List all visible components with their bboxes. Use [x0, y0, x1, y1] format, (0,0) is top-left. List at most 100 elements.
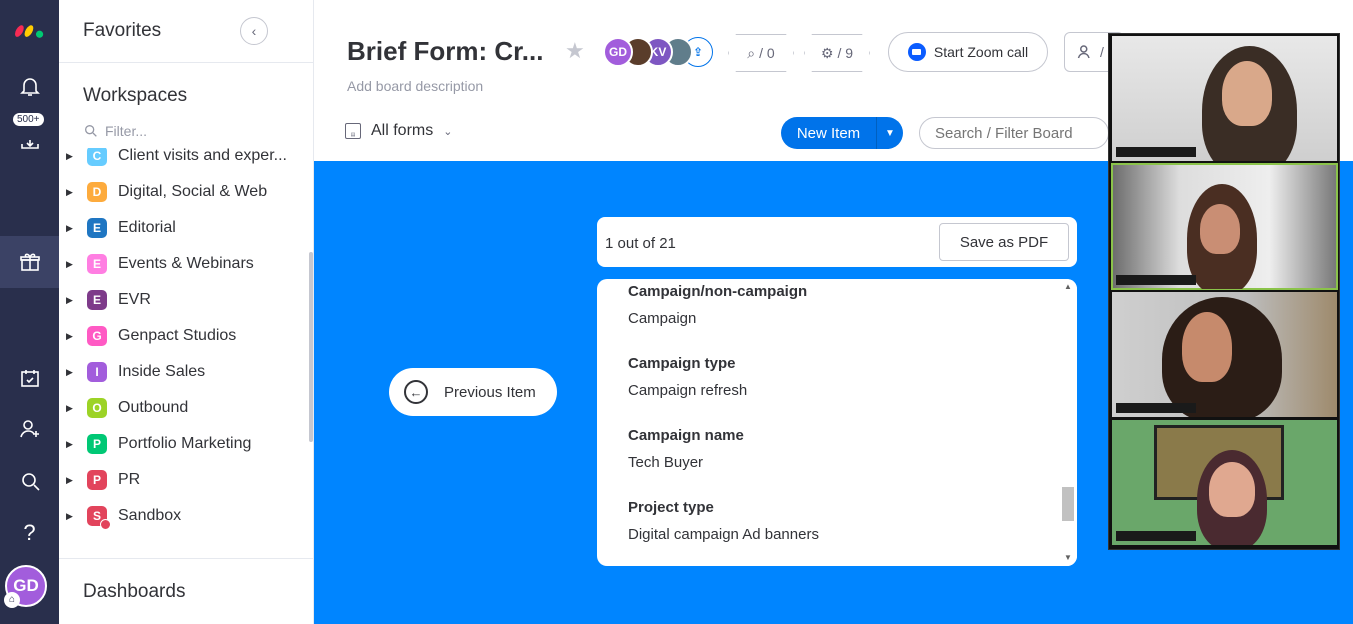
zoom-icon: [907, 43, 926, 61]
workspace-icon: S: [87, 506, 111, 530]
previous-item-label: Previous Item: [444, 383, 536, 401]
caret-right-icon[interactable]: ▶: [59, 403, 83, 414]
gift-icon[interactable]: [0, 236, 59, 288]
workspace-icon: O: [87, 398, 107, 418]
participant-name-redacted: [1116, 531, 1196, 541]
video-call-panel: [1108, 33, 1340, 550]
previous-item-button[interactable]: ← Previous Item: [389, 368, 557, 416]
workspace-label: Events & Webinars: [118, 255, 254, 272]
sidebar-scrollbar[interactable]: [309, 252, 313, 442]
video-tile[interactable]: [1112, 420, 1337, 545]
divider: [59, 558, 314, 559]
field-value: Tech Buyer: [628, 454, 704, 471]
save-pdf-button[interactable]: Save as PDF: [939, 223, 1069, 261]
workspace-icon: G: [87, 326, 107, 346]
sidebar-workspace-item[interactable]: ▶ D Digital, Social & Web: [59, 174, 309, 210]
caret-right-icon[interactable]: ▶: [59, 151, 83, 162]
new-item-label: New Item: [796, 124, 861, 142]
sidebar-workspace-item[interactable]: ▶ P Portfolio Marketing: [59, 426, 309, 462]
activity-count: / 0: [759, 45, 775, 61]
workspaces-title[interactable]: Workspaces: [83, 85, 187, 107]
field-value: Campaign: [628, 310, 697, 327]
workspace-sidebar: Favorites Workspaces Filter... ▶ C Client …: [59, 0, 314, 624]
participant-name-redacted: [1116, 403, 1196, 413]
board-title[interactable]: Brief Form: Cr...: [347, 36, 543, 67]
card-scrollbar[interactable]: [1063, 279, 1077, 566]
scrollbar-thumb[interactable]: [1062, 487, 1074, 521]
workspace-filter[interactable]: Filter...: [83, 123, 147, 139]
view-label: All forms: [371, 122, 434, 139]
workspace-icon: D: [87, 182, 107, 202]
participant-face: [1200, 204, 1240, 254]
scroll-up-icon[interactable]: ▲: [1064, 282, 1072, 291]
workspace-icon: I: [87, 362, 107, 382]
board-description[interactable]: Add board description: [347, 78, 483, 94]
field-label: Campaign type: [628, 355, 736, 372]
activity-button[interactable]: ⌕ / 0: [728, 34, 794, 72]
automations-button[interactable]: ⚙ / 9: [804, 34, 870, 72]
sidebar-workspace-item[interactable]: ▶ O Outbound: [59, 390, 309, 426]
invite-user-icon[interactable]: [0, 403, 59, 455]
field-value: Digital campaign Ad banners: [628, 526, 819, 543]
member-avatar[interactable]: GD: [603, 37, 633, 67]
left-rail: 500+ ? GD ⌂: [0, 0, 59, 624]
monday-logo-icon[interactable]: [0, 4, 59, 56]
chevron-down-icon: ⌄: [443, 125, 453, 138]
sidebar-workspace-item[interactable]: ▶ E Editorial: [59, 210, 309, 246]
caret-right-icon[interactable]: ▶: [59, 475, 83, 486]
video-tile[interactable]: [1112, 36, 1337, 161]
star-icon[interactable]: ★: [565, 38, 585, 64]
dashboards-title[interactable]: Dashboards: [83, 581, 185, 603]
bell-icon[interactable]: [0, 60, 59, 112]
sidebar-workspace-item[interactable]: ▶ E EVR: [59, 282, 309, 318]
item-field: Campaign/non-campaign Campaign: [628, 283, 807, 327]
field-label: Project type: [628, 499, 714, 516]
search-input[interactable]: [919, 117, 1109, 149]
search-icon[interactable]: [0, 455, 59, 507]
caret-right-icon[interactable]: ▶: [59, 187, 83, 198]
caret-right-icon[interactable]: ▶: [59, 511, 83, 522]
field-value: Campaign refresh: [628, 382, 748, 399]
inbox-download-icon[interactable]: [0, 114, 59, 166]
workspace-icon: C: [87, 148, 107, 166]
workspace-label: Genpact Studios: [118, 327, 237, 344]
caret-right-icon[interactable]: ▶: [59, 367, 83, 378]
chevron-left-icon: ‹: [251, 23, 257, 39]
workspace-icon: P: [87, 434, 107, 454]
workspace-label: Inside Sales: [118, 363, 206, 380]
favorites-title[interactable]: Favorites: [83, 20, 161, 42]
scroll-down-icon[interactable]: ▼: [1064, 553, 1072, 562]
workspace-label: EVR: [118, 291, 151, 308]
caret-right-icon[interactable]: ▶: [59, 259, 83, 270]
calendar-check-icon[interactable]: [0, 352, 59, 404]
help-icon[interactable]: ?: [0, 507, 59, 559]
zoom-call-button[interactable]: Start Zoom call: [888, 32, 1048, 72]
form-view-icon: ▤: [345, 123, 361, 139]
caret-right-icon[interactable]: ▶: [59, 331, 83, 342]
video-tile[interactable]: [1111, 163, 1338, 290]
workspace-label: Outbound: [118, 399, 189, 416]
sidebar-workspace-item[interactable]: ▶ C Client visits and exper...: [59, 148, 309, 174]
item-field: Campaign name Tech Buyer: [628, 427, 744, 471]
sidebar-workspace-item[interactable]: ▶ P PR: [59, 462, 309, 498]
new-item-button[interactable]: New Item ▼: [781, 117, 903, 149]
video-tile[interactable]: [1112, 292, 1337, 417]
divider: [59, 62, 314, 63]
activity-icon: ⌕: [747, 44, 756, 61]
sidebar-workspace-item[interactable]: ▶ I Inside Sales: [59, 354, 309, 390]
sidebar-workspace-item[interactable]: ▶ E Events & Webinars: [59, 246, 309, 282]
caret-right-icon[interactable]: ▶: [59, 295, 83, 306]
sidebar-workspace-item[interactable]: ▶ S Sandbox: [59, 498, 309, 534]
collapse-sidebar-button[interactable]: ‹: [240, 17, 268, 45]
chevron-down-icon[interactable]: ▼: [877, 128, 903, 139]
workspace-label: Editorial: [118, 219, 176, 236]
sidebar-workspace-item[interactable]: ▶ G Genpact Studios: [59, 318, 309, 354]
participant-face: [1182, 312, 1232, 382]
view-selector[interactable]: ▤ All forms ⌄: [345, 122, 452, 140]
home-icon: ⌂: [4, 592, 20, 608]
workspace-label: Digital, Social & Web: [118, 183, 268, 200]
filter-placeholder: Filter...: [105, 123, 148, 139]
field-label: Campaign name: [628, 427, 744, 444]
caret-right-icon[interactable]: ▶: [59, 439, 83, 450]
caret-right-icon[interactable]: ▶: [59, 223, 83, 234]
